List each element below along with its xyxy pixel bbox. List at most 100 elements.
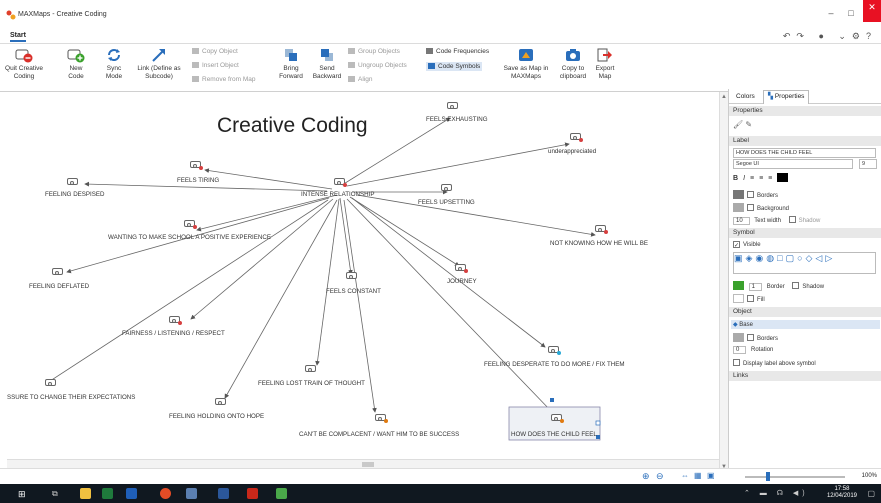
code-symbol-icon[interactable] — [184, 220, 197, 229]
code-symbol-icon[interactable] — [45, 379, 56, 386]
object-base-row[interactable]: ◆ Base — [731, 320, 880, 329]
export-map-button[interactable]: Export Map — [592, 47, 618, 81]
background-row[interactable]: Background — [733, 203, 789, 212]
zoom-slider-thumb[interactable] — [766, 472, 770, 481]
code-symbol-icon[interactable] — [346, 272, 357, 279]
node-label[interactable]: NOT KNOWING HOW HE WILL BE — [550, 240, 648, 247]
borders-checkbox[interactable] — [747, 191, 754, 198]
symbol-shadow-checkbox[interactable] — [792, 282, 800, 289]
text-width-row[interactable]: 10 Text width Shadow — [733, 216, 820, 225]
code-symbol-icon[interactable] — [190, 161, 203, 170]
task-view-icon[interactable]: ⧉ — [52, 489, 58, 499]
node-label[interactable]: underappreciated — [548, 148, 596, 155]
quick-access-icons[interactable]: ↶↷ ● ⌄⚙? — [783, 31, 877, 42]
italic-icon[interactable]: I — [743, 175, 750, 182]
display-label-row[interactable]: Display label above symbol — [733, 359, 816, 367]
shadow-checkbox[interactable] — [788, 216, 796, 223]
rotation-stepper[interactable]: 0 — [733, 346, 747, 354]
text-format-toolbar[interactable]: BI≡≡≡ — [733, 173, 791, 182]
sync-mode-button[interactable]: Sync Mode — [100, 47, 128, 81]
clock[interactable]: 17:58 12/04/2019 — [827, 486, 857, 500]
zoom-in-icon[interactable]: ⊕ — [642, 471, 650, 482]
code-symbol-icon[interactable] — [52, 268, 63, 275]
node-label[interactable]: FEELS CONSTANT — [326, 288, 381, 295]
node-label[interactable]: FEELING DESPISED — [45, 191, 105, 198]
tab-start[interactable]: Start — [10, 32, 26, 42]
node-label[interactable]: FEELS EXHAUSTING — [426, 116, 488, 123]
node-label[interactable]: SSURE TO CHANGE THEIR EXPECTATIONS — [7, 394, 135, 401]
group-objects-button[interactable]: Group Objects — [348, 48, 400, 55]
app-icon[interactable] — [186, 488, 197, 499]
text-color-swatch[interactable] — [777, 173, 789, 182]
code-symbol-icon[interactable] — [441, 184, 452, 191]
excel-icon[interactable] — [102, 488, 113, 499]
maxqda-icon[interactable] — [276, 488, 287, 499]
file-explorer-icon[interactable] — [80, 488, 91, 499]
quit-creative-coding-button[interactable]: Quit Creative Coding — [4, 47, 44, 81]
node-label[interactable]: FEELING LOST TRAIN OF THOUGHT — [258, 380, 365, 387]
node-label-selected[interactable]: HOW DOES THE CHILD FEEL — [511, 431, 597, 438]
zoom-slider[interactable] — [745, 476, 845, 478]
symbol-border-stepper[interactable]: 1 — [748, 283, 763, 291]
code-symbol-icon[interactable] — [215, 398, 226, 405]
borders-row[interactable]: Borders — [733, 190, 778, 199]
code-symbol-icon[interactable] — [595, 225, 608, 234]
code-symbol-icon[interactable] — [169, 316, 182, 325]
fit-page-icon[interactable]: ▣ — [707, 471, 715, 480]
code-symbols-button[interactable]: Code Symbols — [426, 62, 483, 71]
fill-checkbox[interactable] — [747, 295, 754, 302]
object-borders-row[interactable]: Borders — [733, 333, 778, 342]
notifications-icon[interactable]: ▢ — [867, 489, 875, 498]
system-tray-icons[interactable]: ⌃ ▬ ☊ ◀) — [744, 489, 809, 497]
node-label[interactable]: CAN'T BE COMPLACENT / WANT HIM TO BE SUC… — [299, 431, 459, 438]
new-code-button[interactable]: New Code — [62, 47, 90, 81]
node-label[interactable]: JOURNEY — [447, 278, 477, 285]
vertical-scrollbar[interactable]: ▲ ▼ — [719, 92, 728, 472]
node-label[interactable]: FEELING DESPERATE TO DO MORE / FIX THEM — [484, 361, 625, 368]
background-color-swatch[interactable] — [733, 203, 744, 212]
insert-object-button[interactable]: Insert Object — [192, 62, 239, 69]
font-select[interactable]: Segoe UI — [733, 159, 853, 169]
rotation-row[interactable]: 0 Rotation — [733, 346, 773, 354]
tab-colors[interactable]: Colors — [732, 92, 759, 101]
node-label[interactable]: FEELING HOLDING ONTO HOPE — [169, 413, 264, 420]
bold-icon[interactable]: B — [733, 175, 743, 182]
tab-properties[interactable]: ▚ Properties — [763, 90, 810, 104]
ungroup-objects-button[interactable]: Ungroup Objects — [348, 62, 407, 69]
align-icons[interactable]: ≡≡≡ — [750, 175, 777, 182]
save-as-map-button[interactable]: Save as Map in MAXMaps — [500, 47, 552, 81]
scroll-up-icon[interactable]: ▲ — [721, 94, 727, 100]
zoom-out-icon[interactable]: ⊖ — [656, 471, 664, 482]
code-symbol-icon[interactable] — [551, 414, 564, 423]
code-symbol-icon[interactable] — [334, 178, 347, 187]
object-border-swatch[interactable] — [733, 333, 744, 342]
visible-row[interactable]: ✓ Visible — [733, 241, 761, 249]
word-icon[interactable] — [218, 488, 229, 499]
code-symbol-icon[interactable] — [447, 102, 458, 109]
node-label[interactable]: FEELS UPSETTING — [418, 199, 475, 206]
pdf-reader-icon[interactable] — [247, 488, 258, 499]
align-button[interactable]: Align — [348, 76, 372, 83]
remove-from-map-button[interactable]: Remove from Map — [192, 76, 255, 83]
horizontal-scroll-thumb[interactable] — [362, 462, 374, 467]
code-symbol-icon[interactable] — [305, 365, 316, 372]
copy-to-clipboard-button[interactable]: Copy to clipboard — [556, 47, 590, 81]
code-symbol-icon[interactable] — [67, 178, 78, 185]
code-frequencies-button[interactable]: Code Frequencies — [426, 48, 489, 55]
bring-forward-button[interactable]: Bring Forward — [274, 47, 308, 81]
symbol-shapes-icons[interactable]: ▣◈◉◍□▢○◇◁▷ — [734, 253, 835, 263]
node-label[interactable]: WANTING TO MAKE SCHOOL A POSITIVE EXPERI… — [108, 234, 271, 241]
background-checkbox[interactable] — [747, 204, 754, 211]
node-label[interactable]: FEELING DEFLATED — [29, 283, 89, 290]
object-borders-checkbox[interactable] — [747, 334, 754, 341]
horizontal-scrollbar[interactable] — [7, 459, 719, 468]
symbol-border-row[interactable]: 1 Border Shadow — [733, 281, 824, 291]
format-painter-icon[interactable]: 🖌 ✎ — [733, 120, 752, 129]
border-color-swatch[interactable] — [733, 190, 744, 199]
font-size-select[interactable]: 9 — [859, 159, 877, 169]
chrome-icon[interactable] — [160, 488, 171, 499]
copy-object-button[interactable]: Copy Object — [192, 48, 238, 55]
minimize-icon[interactable]: – — [822, 8, 840, 22]
code-symbol-icon[interactable] — [375, 414, 388, 423]
link-define-subcode-button[interactable]: Link (Define as Subcode) — [134, 47, 184, 81]
